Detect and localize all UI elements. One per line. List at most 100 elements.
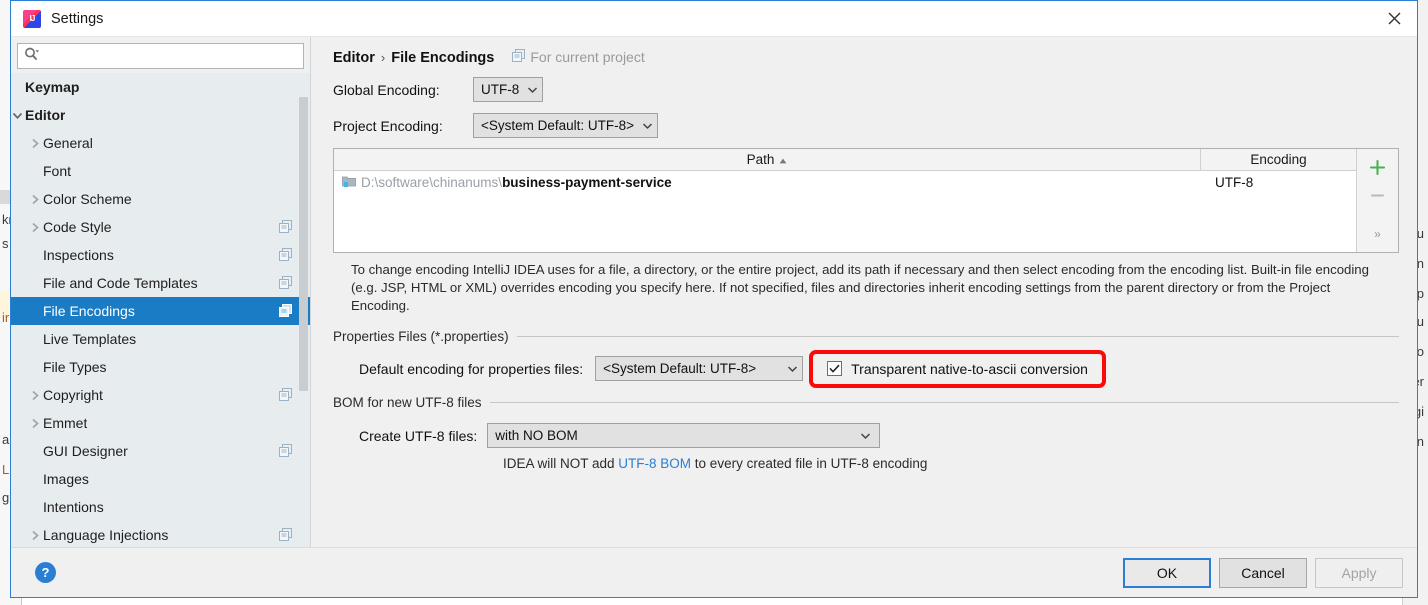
- sidebar-item-intentions[interactable]: Intentions: [11, 493, 310, 521]
- chevron-right-icon[interactable]: [27, 381, 43, 409]
- background-text-fragment: s: [2, 236, 9, 251]
- encodings-description: To change encoding IntelliJ IDEA uses fo…: [351, 262, 1369, 313]
- background-text-fragment: g: [2, 490, 10, 505]
- utf8-bom-link[interactable]: UTF-8 BOM: [618, 456, 691, 471]
- chevron-down-icon[interactable]: [11, 101, 25, 129]
- section-divider: [516, 336, 1399, 337]
- expand-toolbar-button[interactable]: »: [1363, 220, 1393, 248]
- properties-encoding-select[interactable]: <System Default: UTF-8>: [595, 356, 804, 381]
- native-to-ascii-checkbox[interactable]: [827, 361, 843, 376]
- dialog-titlebar: Settings: [11, 1, 1417, 37]
- cancel-button[interactable]: Cancel: [1219, 557, 1307, 588]
- sidebar-scrollbar-thumb[interactable]: [299, 96, 308, 391]
- encodings-table-body: D:\software\chinanums\ business-payment-s…: [334, 171, 1356, 252]
- global-encoding-label: Global Encoding:: [333, 81, 440, 98]
- sidebar-item-images[interactable]: Images: [11, 465, 310, 493]
- table-cell-encoding[interactable]: UTF-8: [1201, 175, 1356, 190]
- ok-button[interactable]: OK: [1123, 557, 1211, 588]
- encodings-table-main: Path Encoding D:\software\chinanums\ busi…: [334, 149, 1356, 252]
- sidebar-item-label: Emmet: [43, 415, 88, 431]
- settings-dialog: Settings Keym: [10, 0, 1418, 598]
- close-icon[interactable]: [1371, 1, 1417, 36]
- chevron-right-icon[interactable]: [27, 521, 43, 547]
- search-input[interactable]: [44, 45, 297, 67]
- column-header-encoding[interactable]: Encoding: [1201, 149, 1356, 170]
- settings-main-panel: Editor › File Encodings For current proj…: [311, 37, 1417, 547]
- copy-badge-icon: [279, 528, 292, 541]
- section-divider: [489, 402, 1399, 403]
- sidebar-scrollbar[interactable]: [298, 73, 309, 547]
- add-path-button[interactable]: [1363, 153, 1393, 181]
- sidebar-item-copyright[interactable]: Copyright: [11, 381, 310, 409]
- dialog-body: Keymap Editor General Font Color Scheme Code …: [11, 37, 1417, 547]
- checkmark-icon: [829, 364, 840, 373]
- breadcrumb-parent[interactable]: Editor: [333, 50, 375, 66]
- sidebar-item-label: Editor: [25, 107, 66, 123]
- chevron-down-icon: [642, 118, 653, 133]
- settings-tree: Keymap Editor General Font Color Scheme Code …: [11, 73, 310, 547]
- chevron-right-icon[interactable]: [27, 129, 43, 157]
- bom-hint-after: to every created file in UTF-8 encoding: [691, 456, 928, 471]
- sidebar-item-language-injections[interactable]: Language Injections: [11, 521, 310, 547]
- sidebar-item-general[interactable]: General: [11, 129, 310, 157]
- bom-create-select[interactable]: with NO BOM: [487, 423, 881, 448]
- sidebar-item-file-types[interactable]: File Types: [11, 353, 310, 381]
- chevron-down-icon: [860, 428, 871, 443]
- bom-section-header: BOM for new UTF-8 files: [333, 395, 1399, 410]
- column-header-encoding-label: Encoding: [1250, 152, 1307, 167]
- sidebar-item-live-templates[interactable]: Live Templates: [11, 325, 310, 353]
- copy-badge-icon: [279, 220, 292, 233]
- copy-badge-icon: [279, 248, 292, 261]
- search-box[interactable]: [17, 43, 304, 69]
- sidebar-item-label: General: [43, 135, 93, 151]
- sidebar-item-label: Keymap: [25, 79, 80, 95]
- global-encoding-value: UTF-8: [481, 82, 520, 97]
- project-encoding-select[interactable]: <System Default: UTF-8>: [473, 113, 659, 138]
- dialog-actions: OK Cancel Apply: [1123, 557, 1403, 588]
- sidebar-item-color-scheme[interactable]: Color Scheme: [11, 185, 310, 213]
- global-encoding-select[interactable]: UTF-8: [473, 77, 544, 102]
- native-to-ascii-checkbox-row[interactable]: Transparent native-to-ascii conversion: [827, 361, 1088, 377]
- chevron-down-icon: [787, 361, 798, 376]
- sidebar-item-label: Live Templates: [43, 331, 137, 347]
- properties-encoding-row: Default encoding for properties files: <…: [333, 356, 1399, 381]
- sidebar-item-inspections[interactable]: Inspections: [11, 241, 310, 269]
- sidebar-item-code-style[interactable]: Code Style: [11, 213, 310, 241]
- sidebar-item-label: Intentions: [43, 499, 104, 515]
- project-encoding-value: <System Default: UTF-8>: [481, 118, 635, 133]
- table-cell-path: D:\software\chinanums\ business-payment-s…: [334, 175, 1201, 191]
- column-header-path[interactable]: Path: [334, 149, 1201, 170]
- chevron-right-icon[interactable]: [27, 213, 43, 241]
- copy-badge-icon: [512, 49, 526, 65]
- path-prefix: D:\software\chinanums\: [361, 175, 503, 190]
- table-row[interactable]: D:\software\chinanums\ business-payment-s…: [334, 171, 1356, 194]
- sidebar-item-label: File and Code Templates: [43, 275, 198, 291]
- sidebar-item-label: GUI Designer: [43, 443, 128, 459]
- bom-section-title: BOM for new UTF-8 files: [333, 395, 482, 410]
- copy-badge-icon: [279, 276, 292, 289]
- sidebar-item-editor[interactable]: Editor: [11, 101, 310, 129]
- chevron-right-icon[interactable]: [27, 409, 43, 437]
- sidebar-item-label: Color Scheme: [43, 191, 132, 207]
- sidebar-item-file-and-code-templates[interactable]: File and Code Templates: [11, 269, 310, 297]
- sidebar-item-label: Images: [43, 471, 89, 487]
- sidebar-item-label: File Encodings: [43, 303, 135, 319]
- sidebar-item-gui-designer[interactable]: GUI Designer: [11, 437, 310, 465]
- help-icon[interactable]: ?: [35, 562, 56, 583]
- intellij-idea-logo-icon: [23, 9, 41, 28]
- remove-path-button: [1363, 181, 1393, 209]
- sidebar-item-emmet[interactable]: Emmet: [11, 409, 310, 437]
- properties-section-header: Properties Files (*.properties): [333, 329, 1399, 344]
- project-encoding-label: Project Encoding:: [333, 117, 443, 134]
- chevron-right-icon[interactable]: [27, 185, 43, 213]
- sidebar-item-file-encodings[interactable]: File Encodings: [11, 297, 310, 325]
- bom-create-label: Create UTF-8 files:: [359, 427, 478, 444]
- sidebar-item-keymap[interactable]: Keymap: [11, 73, 310, 101]
- background-text-fragment: ir: [2, 310, 10, 325]
- sidebar-item-font[interactable]: Font: [11, 157, 310, 185]
- apply-button: Apply: [1315, 557, 1403, 588]
- breadcrumb: Editor › File Encodings For current proj…: [333, 37, 1399, 66]
